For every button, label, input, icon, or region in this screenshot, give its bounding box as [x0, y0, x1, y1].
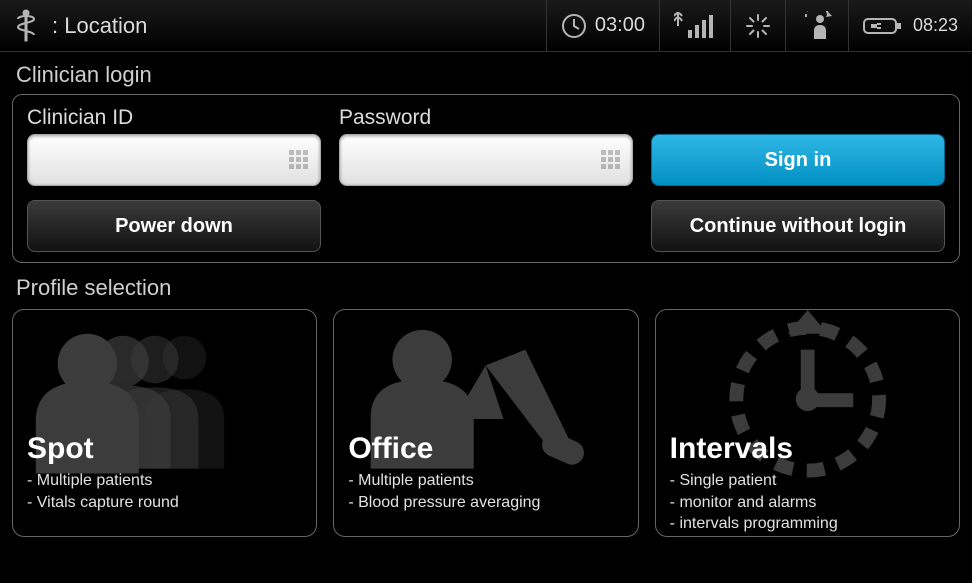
keypad-icon — [288, 149, 310, 171]
profile-office-lines: Multiple patients Blood pressure averagi… — [348, 470, 623, 513]
continue-label: Continue without login — [690, 215, 907, 238]
status-timer[interactable]: 03:00 — [546, 0, 659, 51]
sign-in-button[interactable]: Sign in — [651, 134, 945, 186]
list-item: Vitals capture round — [27, 492, 302, 514]
profile-spot[interactable]: Spot Multiple patients Vitals capture ro… — [12, 309, 317, 537]
profile-intervals-title: Intervals — [670, 432, 945, 466]
status-location[interactable]: : Location — [0, 0, 546, 51]
list-item: Single patient — [670, 470, 945, 492]
profile-spot-title: Spot — [27, 432, 302, 466]
timer-value: 03:00 — [595, 14, 645, 37]
password-label: Password — [339, 106, 633, 130]
clock-icon — [561, 13, 587, 39]
login-section-title: Clinician login — [16, 62, 960, 88]
password-input[interactable] — [339, 134, 633, 186]
status-battery: 08:23 — [848, 0, 972, 51]
clinician-id-label: Clinician ID — [27, 106, 321, 130]
list-item: Multiple patients — [348, 470, 623, 492]
profile-office-title: Office — [348, 432, 623, 466]
power-down-button[interactable]: Power down — [27, 200, 321, 252]
profile-section-title: Profile selection — [16, 275, 960, 301]
list-item: intervals programming — [670, 513, 945, 535]
power-down-label: Power down — [115, 215, 233, 238]
sign-in-label: Sign in — [765, 149, 832, 172]
status-busy — [730, 0, 785, 51]
list-item: monitor and alarms — [670, 492, 945, 514]
login-panel: Clinician ID Password Sign in — [12, 94, 960, 263]
antenna-signal-icon — [674, 12, 716, 40]
keypad-icon — [600, 149, 622, 171]
battery-plug-icon — [863, 16, 903, 36]
clinician-id-input[interactable] — [27, 134, 321, 186]
profile-intervals[interactable]: Intervals Single patient monitor and ala… — [655, 309, 960, 537]
profile-intervals-lines: Single patient monitor and alarms interv… — [670, 470, 945, 535]
status-signal — [659, 0, 730, 51]
profile-office[interactable]: Office Multiple patients Blood pressure … — [333, 309, 638, 537]
status-bar: : Location 03:00 — [0, 0, 972, 52]
spinner-icon — [745, 13, 771, 39]
location-label: : Location — [52, 13, 147, 39]
status-patient[interactable] — [785, 0, 848, 51]
profile-spot-lines: Multiple patients Vitals capture round — [27, 470, 302, 513]
continue-without-login-button[interactable]: Continue without login — [651, 200, 945, 252]
battery-time: 08:23 — [913, 15, 958, 36]
list-item: Multiple patients — [27, 470, 302, 492]
patient-cycle-icon — [800, 11, 834, 41]
list-item: Blood pressure averaging — [348, 492, 623, 514]
caduceus-icon — [14, 9, 38, 43]
